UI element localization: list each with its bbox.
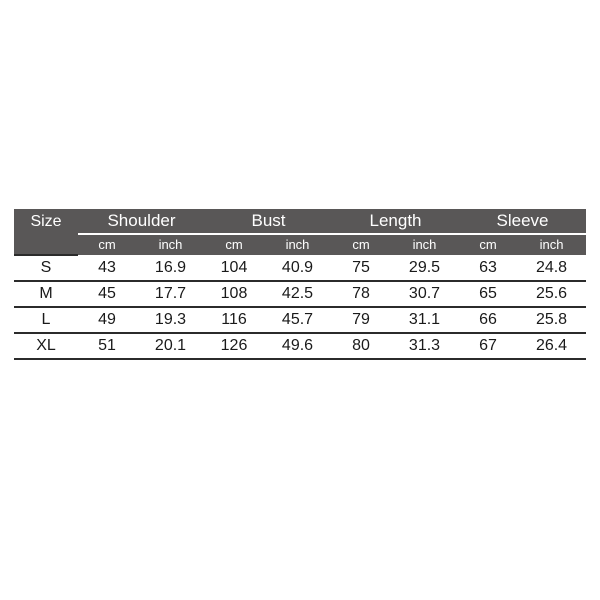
cell-size: L [14,307,78,334]
header-unit-bust-inch: inch [263,234,332,255]
header-unit-length-inch: inch [390,234,459,255]
cell-sleeve-cm: 67 [459,333,517,360]
cell-shoulder-cm: 45 [78,281,136,308]
cell-sleeve-inch: 25.6 [517,281,587,308]
cell-bust-cm: 126 [205,333,263,360]
header-unit-sleeve-inch: inch [517,234,587,255]
cell-length-inch: 31.1 [390,307,459,334]
cell-size: M [14,281,78,308]
cell-length-inch: 29.5 [390,255,459,282]
cell-shoulder-cm: 43 [78,255,136,282]
cell-length-cm: 80 [332,333,390,360]
cell-shoulder-cm: 51 [78,333,136,360]
header-unit-sleeve-cm: cm [459,234,517,255]
cell-shoulder-inch: 20.1 [136,333,205,360]
header-group-shoulder: Shoulder [78,209,205,235]
cell-shoulder-inch: 17.7 [136,281,205,308]
cell-sleeve-cm: 65 [459,281,517,308]
cell-bust-cm: 108 [205,281,263,308]
size-chart-container: Size Shoulder Bust Length Sleeve cm inch… [14,209,587,360]
header-group-length: Length [332,209,459,235]
header-group-row: Size Shoulder Bust Length Sleeve [14,209,587,235]
size-chart-header: Size Shoulder Bust Length Sleeve cm inch… [14,209,587,256]
header-unit-length-cm: cm [332,234,390,255]
table-row: S 43 16.9 104 40.9 75 29.5 63 24.8 [14,255,587,282]
header-group-sleeve: Sleeve [459,209,587,235]
table-row: M 45 17.7 108 42.5 78 30.7 65 25.6 [14,281,587,308]
cell-sleeve-inch: 25.8 [517,307,587,334]
cell-shoulder-inch: 19.3 [136,307,205,334]
cell-bust-cm: 116 [205,307,263,334]
cell-bust-inch: 45.7 [263,307,332,334]
header-size-spacer [14,234,78,256]
header-unit-row: cm inch cm inch cm inch cm inch [14,234,587,256]
cell-sleeve-cm: 66 [459,307,517,334]
cell-bust-cm: 104 [205,255,263,282]
table-row: L 49 19.3 116 45.7 79 31.1 66 25.8 [14,307,587,334]
cell-shoulder-inch: 16.9 [136,255,205,282]
cell-bust-inch: 49.6 [263,333,332,360]
cell-bust-inch: 42.5 [263,281,332,308]
size-chart-table: Size Shoulder Bust Length Sleeve cm inch… [14,209,587,360]
cell-sleeve-cm: 63 [459,255,517,282]
header-size-label: Size [14,209,78,234]
cell-length-inch: 30.7 [390,281,459,308]
size-chart-body: S 43 16.9 104 40.9 75 29.5 63 24.8 M 45 … [14,255,587,360]
header-unit-shoulder-inch: inch [136,234,205,255]
cell-length-cm: 75 [332,255,390,282]
cell-length-inch: 31.3 [390,333,459,360]
cell-length-cm: 78 [332,281,390,308]
cell-size: S [14,255,78,282]
cell-shoulder-cm: 49 [78,307,136,334]
table-row: XL 51 20.1 126 49.6 80 31.3 67 26.4 [14,333,587,360]
header-unit-bust-cm: cm [205,234,263,255]
cell-sleeve-inch: 26.4 [517,333,587,360]
header-unit-shoulder-cm: cm [78,234,136,255]
header-group-bust: Bust [205,209,332,235]
cell-length-cm: 79 [332,307,390,334]
cell-size: XL [14,333,78,360]
cell-bust-inch: 40.9 [263,255,332,282]
cell-sleeve-inch: 24.8 [517,255,587,282]
